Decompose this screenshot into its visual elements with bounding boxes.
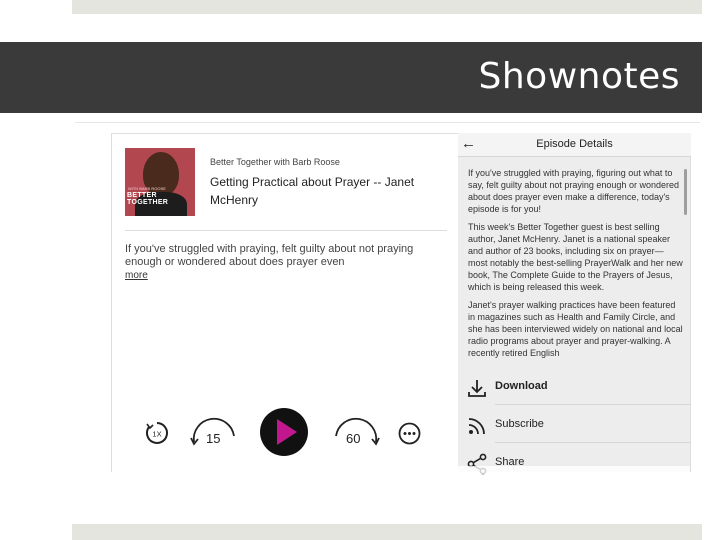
shownotes-paragraph: If you've struggled with praying, figuri… (468, 168, 679, 214)
subscribe-action[interactable]: Subscribe (458, 407, 691, 443)
action-divider (495, 404, 691, 405)
playback-controls: 1X 15 60 (112, 405, 459, 456)
forward-seconds: 60 (346, 431, 361, 446)
download-icon (468, 380, 486, 397)
details-header: ← Episode Details (458, 133, 691, 157)
player-divider (125, 230, 447, 231)
shownotes-paragraph: This week's Better Together guest is bes… (468, 222, 683, 292)
podcast-name: Better Together with Barb Roose (210, 157, 340, 167)
top-accent-bar (72, 0, 702, 14)
playback-speed-button[interactable]: 1X (145, 421, 169, 445)
subscribe-label: Subscribe (495, 418, 544, 430)
title-band: Shownotes (0, 42, 702, 113)
slide: Shownotes WITH BARB ROOSE BETTER TOGETHE… (0, 0, 720, 540)
action-divider (495, 442, 691, 443)
shownotes-paragraph: Janet's prayer walking practices have be… (468, 300, 683, 358)
scrollbar[interactable] (684, 169, 687, 215)
download-label: Download (495, 380, 548, 392)
podcast-cover-art: WITH BARB ROOSE BETTER TOGETHER (125, 148, 195, 216)
episode-details-pane: ← Episode Details If you've struggled wi… (458, 133, 691, 475)
share-action[interactable]: Share (458, 445, 691, 481)
rss-icon (468, 418, 485, 435)
play-button[interactable] (260, 408, 308, 456)
episode-title: Getting Practical about Prayer -- Janet … (210, 175, 415, 207)
download-action[interactable]: Download (458, 369, 691, 405)
rewind-seconds: 15 (206, 431, 221, 446)
more-options-icon (398, 422, 421, 445)
forward-button[interactable]: 60 (330, 414, 380, 450)
speed-icon: 1X (146, 422, 168, 444)
speed-label: 1X (152, 430, 161, 439)
more-link[interactable]: more (125, 270, 148, 281)
bottom-accent-bar (72, 524, 702, 540)
cover-small-text: WITH BARB ROOSE (128, 186, 166, 191)
play-icon (277, 419, 297, 445)
rewind-button[interactable]: 15 (190, 414, 240, 450)
more-options-button[interactable] (398, 422, 421, 445)
details-title: Episode Details (536, 138, 613, 150)
cover-brand-text: BETTER TOGETHER (127, 192, 169, 206)
bottom-fade (330, 466, 690, 474)
player-pane: WITH BARB ROOSE BETTER TOGETHER Better T… (111, 133, 458, 472)
shownotes-text[interactable]: If you've struggled with praying, figuri… (468, 167, 683, 362)
content-divider (75, 122, 700, 123)
episode-description: If you've struggled with praying, felt g… (125, 243, 414, 268)
slide-title: Shownotes (478, 56, 680, 97)
